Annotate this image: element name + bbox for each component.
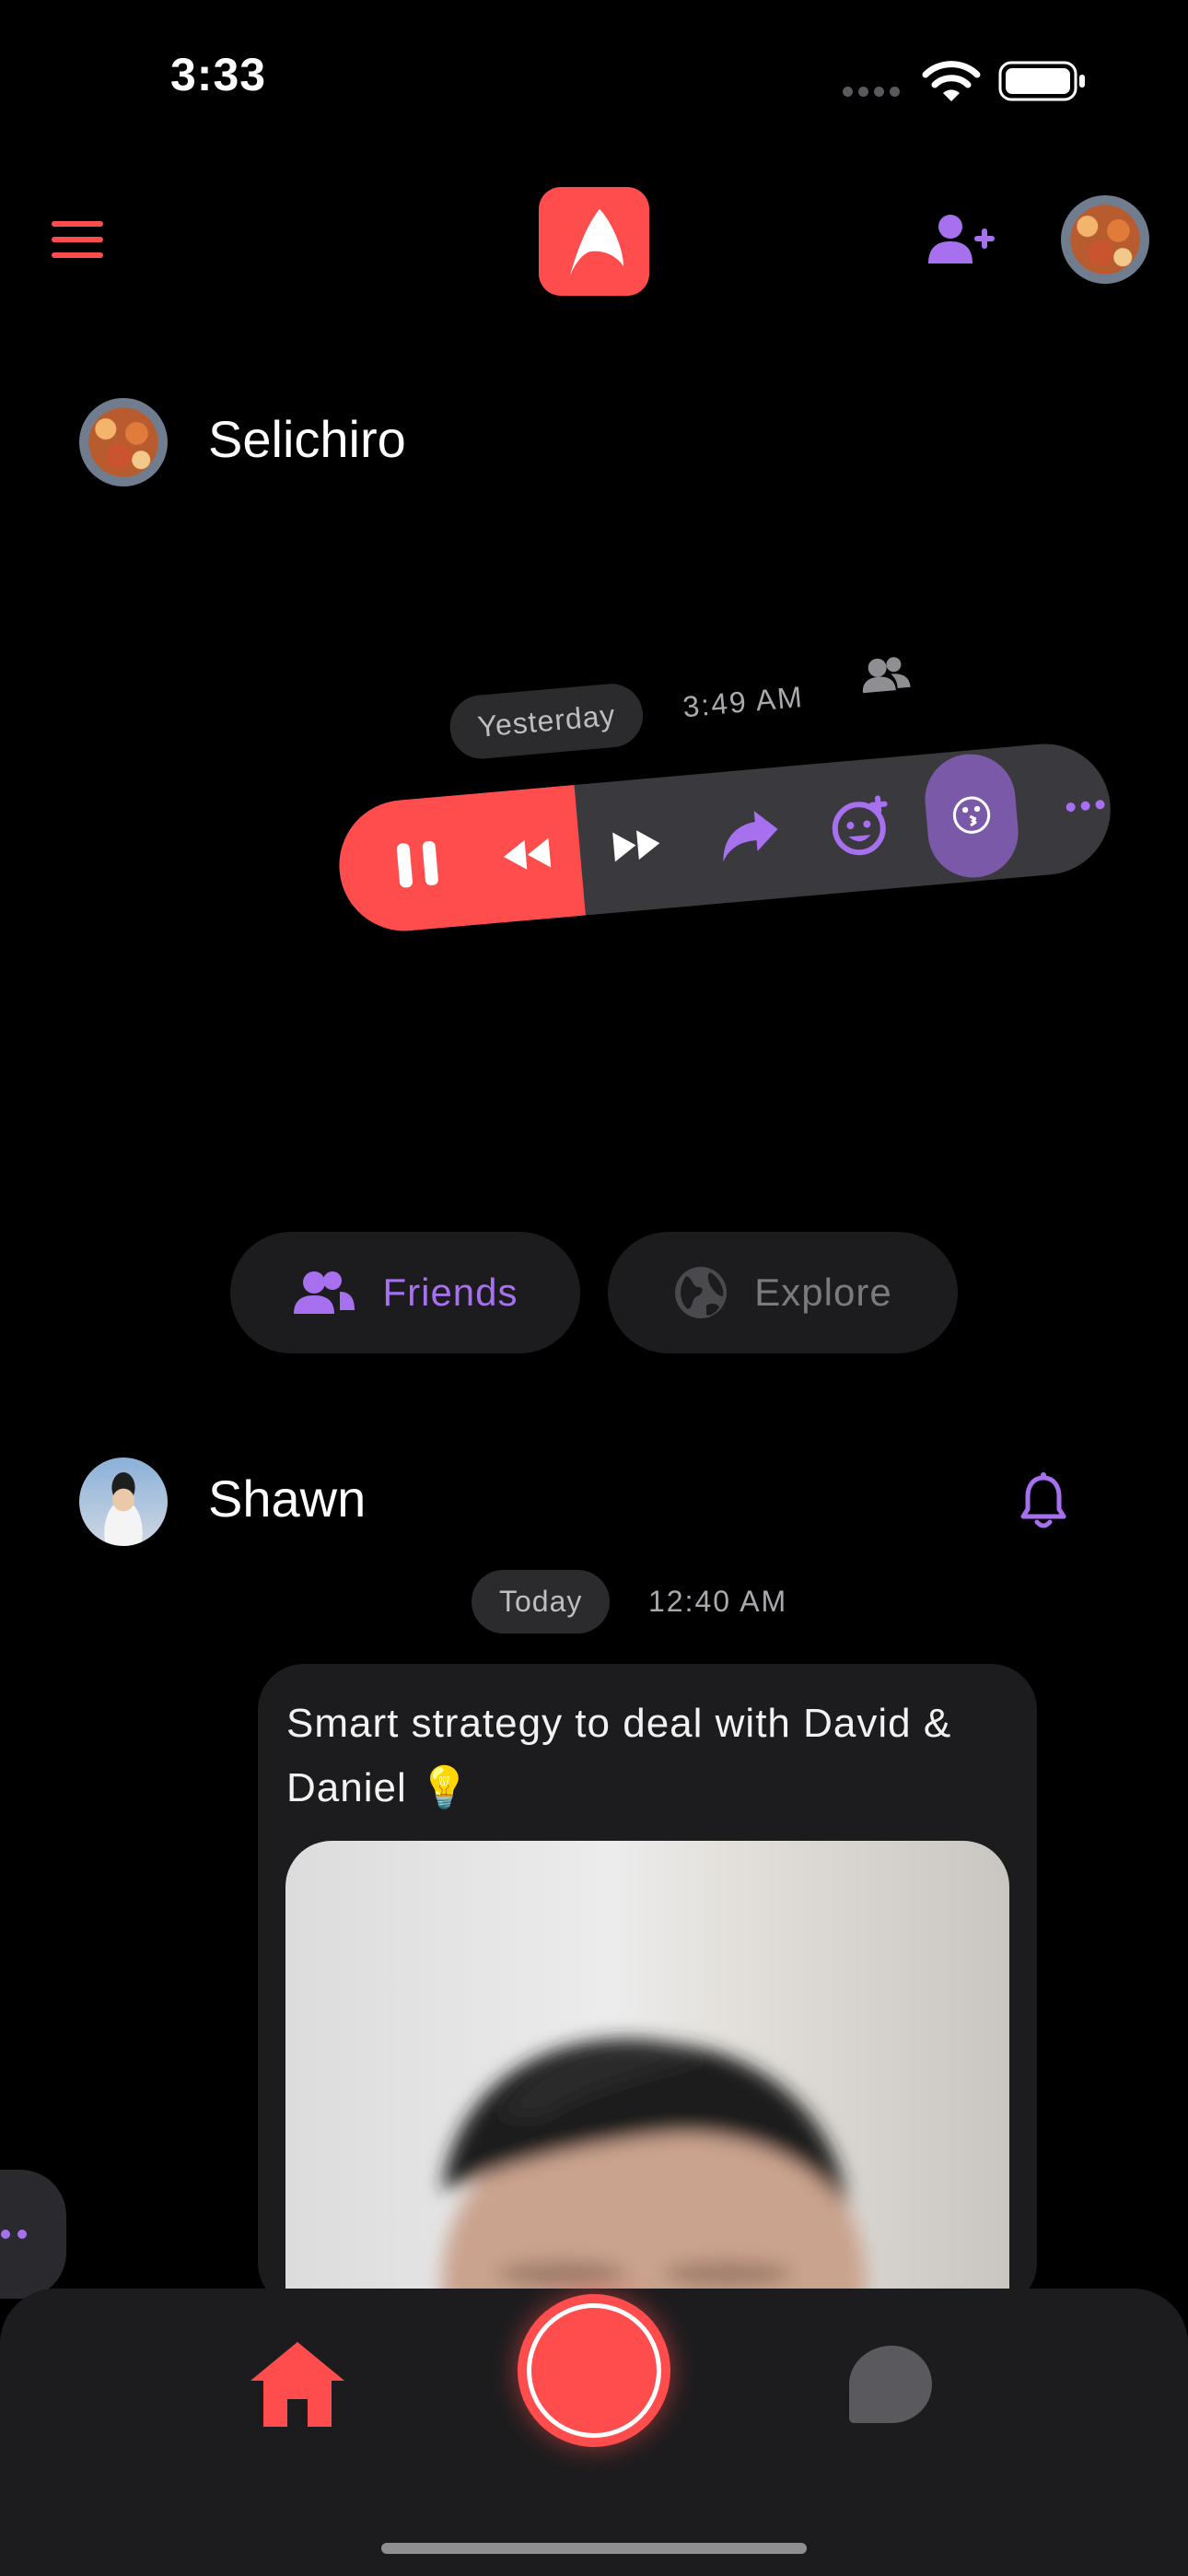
home-icon[interactable]: [247, 2338, 348, 2430]
reaction-emoji-button[interactable]: 😗: [915, 746, 1028, 885]
person-photo: [442, 2039, 866, 2309]
add-reaction-icon: [832, 795, 888, 856]
rewind-icon: [504, 837, 552, 870]
tilted-message-group: Yesterday 3:49 AM 😗: [0, 0, 1188, 1177]
day-pill: Today: [472, 1570, 611, 1633]
chat-bubble-icon[interactable]: [847, 2344, 934, 2427]
home-indicator: [381, 2543, 807, 2554]
post-card[interactable]: Smart strategy to deal with David & Dani…: [258, 1664, 1037, 2309]
globe-icon: [675, 1267, 728, 1318]
record-ring: [527, 2303, 661, 2438]
tab-friends[interactable]: Friends: [230, 1232, 580, 1353]
pause-button[interactable]: [361, 795, 473, 934]
record-button[interactable]: [518, 2294, 670, 2447]
shawn-avatar[interactable]: [79, 1458, 168, 1546]
fast-forward-icon: [612, 830, 660, 862]
day-pill: Yesterday: [447, 681, 646, 762]
add-reaction-button[interactable]: [806, 755, 918, 895]
fast-forward-button[interactable]: [581, 776, 693, 915]
tab-explore-label: Explore: [754, 1270, 892, 1314]
more-dots-icon: [1, 2230, 27, 2239]
post-caption: Smart strategy to deal with David & Dani…: [286, 1701, 952, 1810]
rewind-button[interactable]: [470, 785, 582, 924]
post-time: 12:40 AM: [648, 1585, 788, 1618]
friends-icon: [294, 1271, 355, 1314]
more-options-button[interactable]: [1030, 739, 1116, 876]
tab-explore[interactable]: Explore: [608, 1232, 958, 1353]
post-video-thumbnail[interactable]: [285, 1841, 1009, 2309]
feed-user-name[interactable]: Shawn: [208, 1469, 366, 1528]
pause-icon: [396, 840, 438, 888]
group-icon: [863, 657, 911, 694]
share-button[interactable]: [693, 766, 806, 905]
message-time: 3:49 AM: [681, 679, 806, 724]
share-arrow-icon: [723, 811, 778, 862]
tab-friends-label: Friends: [382, 1270, 518, 1314]
notification-bell-icon[interactable]: [1020, 1472, 1066, 1531]
more-dots-icon: [1066, 800, 1105, 813]
side-drawer-tab[interactable]: [0, 2170, 66, 2299]
playback-control-bar: 😗: [333, 738, 1116, 937]
